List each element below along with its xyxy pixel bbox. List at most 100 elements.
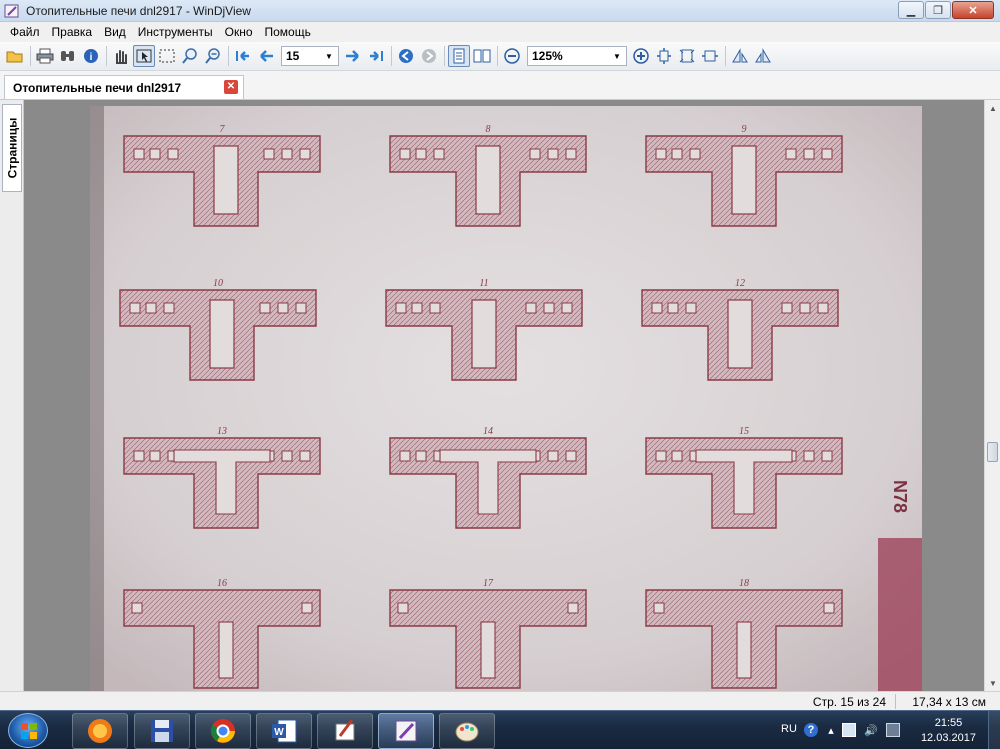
show-hidden-icons-icon[interactable]: ▴ (824, 723, 838, 737)
svg-text:W: W (274, 727, 284, 738)
zoom-out-icon[interactable] (501, 45, 523, 67)
toolbar-separator (497, 46, 498, 66)
taskbar-firefox[interactable] (72, 713, 128, 749)
taskbar-save[interactable] (134, 713, 190, 749)
menu-view[interactable]: Вид (98, 25, 132, 39)
window-title: Отопительные печи dnl2917 - WinDjView (26, 4, 251, 18)
toolbar: i 15 ▼ 125% ▼ (0, 42, 1000, 71)
fit-page-icon[interactable] (653, 45, 675, 67)
chevron-down-icon[interactable]: ▼ (610, 49, 624, 63)
figure-number: 18 (739, 578, 749, 589)
page-number-value: 15 (286, 49, 300, 63)
taskbar-word[interactable]: W (256, 713, 312, 749)
taskbar-paint-brush[interactable] (317, 713, 373, 749)
scanned-page: 7 8 910 11 1213 14 1516 17 18 N78 (24, 100, 984, 691)
close-button[interactable]: ✕ (952, 1, 994, 19)
figure-number: 10 (213, 278, 223, 289)
zoom-combo[interactable]: 125% ▼ (527, 46, 627, 66)
taskbar-windjview[interactable] (378, 713, 434, 749)
language-indicator[interactable]: RU (781, 723, 797, 735)
menu-help[interactable]: Помощь (259, 25, 317, 39)
taskbar-paint[interactable] (439, 713, 495, 749)
clock[interactable]: 21:55 12.03.2017 (921, 716, 976, 746)
last-page-icon[interactable] (365, 45, 387, 67)
figure-number: 16 (217, 578, 227, 589)
scroll-down-arrow-icon[interactable]: ▼ (985, 675, 1000, 691)
chevron-down-icon[interactable]: ▼ (322, 49, 336, 63)
volume-icon[interactable]: 🔊 (864, 723, 878, 737)
print-icon[interactable] (34, 45, 56, 67)
restore-button[interactable]: ❐ (925, 1, 951, 19)
find-icon[interactable] (57, 45, 79, 67)
facing-pages-icon[interactable] (471, 45, 493, 67)
fit-width-icon[interactable] (676, 45, 698, 67)
zoom-in-icon[interactable] (630, 45, 652, 67)
menu-bar: Файл Правка Вид Инструменты Окно Помощь (0, 22, 1000, 42)
next-page-icon[interactable] (342, 45, 364, 67)
select-tool-icon[interactable] (133, 45, 155, 67)
vertical-scrollbar[interactable]: ▲ ▼ (984, 100, 1000, 691)
firefox-icon (88, 719, 112, 743)
pages-panel-tab[interactable]: Страницы (2, 104, 22, 192)
save-icon (151, 720, 173, 742)
figure-number: 8 (486, 124, 491, 135)
zoom-in-tool-icon[interactable] (179, 45, 201, 67)
open-icon[interactable] (4, 45, 26, 67)
first-page-icon[interactable] (232, 45, 254, 67)
title-bar: Отопительные печи dnl2917 - WinDjView ▁ … (0, 0, 1000, 22)
paint-icon (455, 722, 479, 742)
single-page-icon[interactable] (448, 45, 470, 67)
network-icon[interactable] (886, 723, 900, 737)
info-icon[interactable]: i (80, 45, 102, 67)
figure-number: 11 (479, 278, 488, 289)
status-page-size: 17,34 x 13 см (912, 695, 986, 709)
svg-text:i: i (90, 52, 93, 63)
forward-icon[interactable] (418, 45, 440, 67)
page-number-combo[interactable]: 15 ▼ (281, 46, 339, 66)
windjview-window: Отопительные печи dnl2917 - WinDjView ▁ … (0, 0, 1000, 749)
back-icon[interactable] (395, 45, 417, 67)
rotate-right-icon[interactable] (752, 45, 774, 67)
show-desktop-button[interactable] (988, 711, 1000, 749)
hand-tool-icon[interactable] (110, 45, 132, 67)
system-tray: RU ? ▴ 🔊 21:55 12.03.2017 (770, 711, 1000, 749)
document-view[interactable]: 7 8 9 10 11 12 13 14 15 16 17 18 N78 (24, 100, 984, 691)
minimize-button[interactable]: ▁ (898, 1, 924, 19)
taskbar-chrome[interactable] (195, 713, 251, 749)
word-icon: W (272, 719, 297, 743)
figure-number: 12 (735, 278, 745, 289)
figure-number: 9 (742, 124, 747, 135)
toolbar-separator (30, 46, 31, 66)
document-tab-bar: Отопительные печи dnl2917 ✕ (0, 71, 1000, 100)
toolbar-separator (444, 46, 445, 66)
zoom-out-tool-icon[interactable] (202, 45, 224, 67)
scroll-up-arrow-icon[interactable]: ▲ (985, 100, 1000, 116)
toolbar-separator (106, 46, 107, 66)
actual-size-icon[interactable] (699, 45, 721, 67)
pages-panel-label: Страницы (5, 117, 20, 179)
menu-edit[interactable]: Правка (46, 25, 99, 39)
prev-page-icon[interactable] (255, 45, 277, 67)
rect-select-icon[interactable] (156, 45, 178, 67)
document-tab[interactable]: Отопительные печи dnl2917 ✕ (4, 75, 244, 99)
status-page-info: Стр. 15 из 24 (812, 695, 886, 709)
scrollbar-thumb[interactable] (987, 442, 998, 462)
status-divider (895, 694, 896, 709)
toolbar-separator (228, 46, 229, 66)
tab-close-button[interactable]: ✕ (224, 80, 238, 94)
clock-time: 21:55 (934, 717, 963, 729)
chrome-icon (211, 719, 235, 743)
figure-number: 14 (483, 426, 493, 437)
zoom-value: 125% (532, 49, 563, 63)
start-button[interactable] (8, 713, 48, 748)
figure-number: 17 (483, 578, 494, 589)
rotate-left-icon[interactable] (729, 45, 751, 67)
windows-taskbar: W RU ? ▴ 🔊 21:55 12.03.2017 (0, 710, 1000, 749)
menu-tools[interactable]: Инструменты (132, 25, 219, 39)
figure-number: 13 (217, 426, 227, 437)
menu-window[interactable]: Окно (219, 25, 259, 39)
menu-file[interactable]: Файл (4, 25, 46, 39)
help-icon[interactable]: ? (804, 723, 818, 737)
app-tray-icon[interactable] (842, 723, 856, 737)
figure-number: 15 (739, 426, 749, 437)
